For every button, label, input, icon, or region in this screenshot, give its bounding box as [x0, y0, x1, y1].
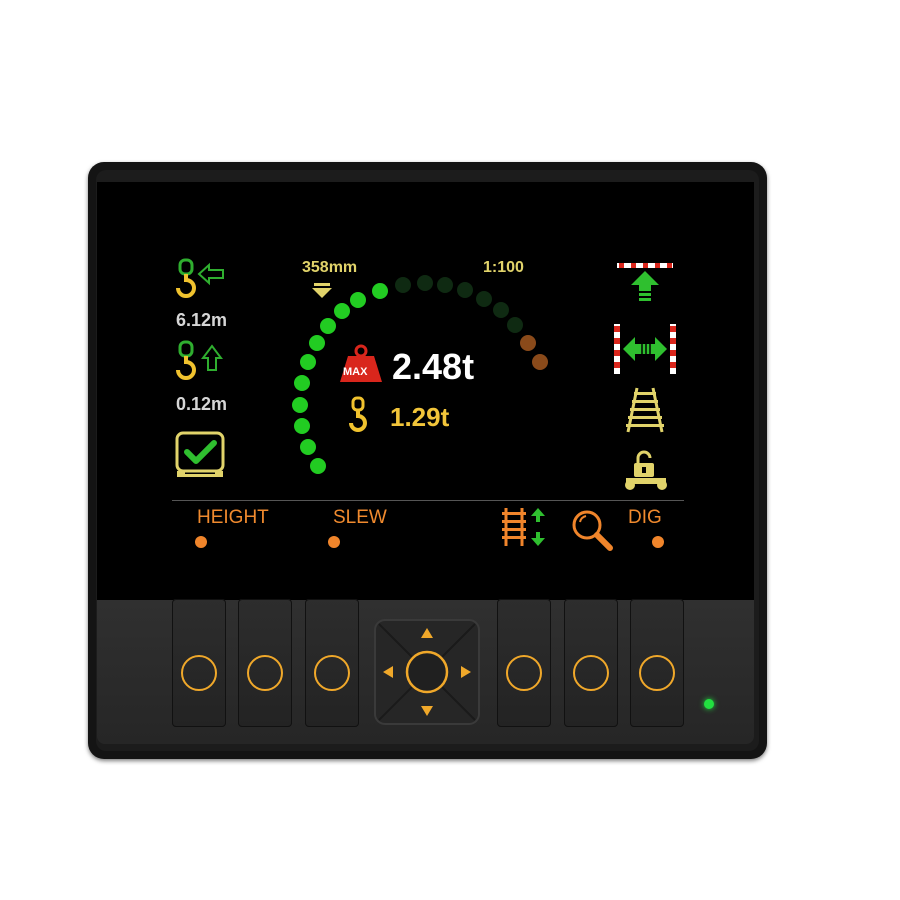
gauge-dot [417, 275, 433, 291]
radius-value: 6.12m [176, 310, 228, 330]
gauge-dot [520, 335, 536, 351]
gauge-dot [334, 303, 350, 319]
softkey-2[interactable] [238, 599, 292, 727]
max-load-value: 2.48t [392, 346, 475, 387]
gauge-dot [476, 291, 492, 307]
hook-with-left-arrow-icon [176, 258, 224, 298]
gauge-dot [532, 354, 548, 370]
max-weight-icon [340, 344, 382, 382]
softkey-6[interactable] [630, 599, 684, 727]
gauge-dot [507, 317, 523, 333]
softkey-ring [314, 655, 350, 691]
vehicle-check-icon[interactable] [174, 430, 228, 482]
softkey-ring [573, 655, 609, 691]
gauge-dot [309, 335, 325, 351]
magnifier-icon [572, 510, 613, 551]
height-limit-icon[interactable] [615, 261, 675, 303]
softkey-5[interactable] [564, 599, 618, 727]
gauge-dot [300, 439, 316, 455]
gauge-dot [457, 282, 473, 298]
screen-divider [172, 500, 684, 501]
gauge-dot [320, 318, 336, 334]
gauge-dot [292, 397, 308, 413]
hook-with-up-arrow-icon [176, 340, 223, 380]
hook-load-value: 1.29t [390, 402, 450, 432]
hook-icon [349, 396, 367, 432]
softkey-ring [247, 655, 283, 691]
width-limit-icon[interactable] [612, 322, 678, 376]
gauge-dot [395, 277, 411, 293]
softkey-1[interactable] [172, 599, 226, 727]
direction-pad[interactable] [373, 618, 481, 726]
unlocked-vehicle-icon[interactable] [622, 448, 670, 492]
gauge-dot [310, 458, 326, 474]
gauge-dot [350, 292, 366, 308]
gauge-dot [493, 302, 509, 318]
gauge-dot [437, 277, 453, 293]
height-mode-label: HEIGHT [197, 507, 269, 528]
softkey-ring [639, 655, 675, 691]
dig-mode-indicator [652, 536, 664, 548]
slew-mode-indicator [328, 536, 340, 548]
rail-adjust-icon [502, 508, 545, 546]
height-value: 0.12m [176, 394, 228, 414]
softkey-3[interactable] [305, 599, 359, 727]
gauge-dot [372, 283, 388, 299]
gauge-dot [294, 418, 310, 434]
status-led [704, 699, 714, 709]
max-badge: MAX [343, 366, 368, 378]
gauge-dot [300, 354, 316, 370]
gauge-dot [294, 375, 310, 391]
dig-mode-label: DIG [628, 507, 662, 528]
height-mode-indicator [195, 536, 207, 548]
rail-track-icon[interactable] [622, 386, 668, 434]
softkey-ring [181, 655, 217, 691]
softkey-ring [506, 655, 542, 691]
softkey-4[interactable] [497, 599, 551, 727]
slew-mode-label: SLEW [333, 507, 387, 528]
